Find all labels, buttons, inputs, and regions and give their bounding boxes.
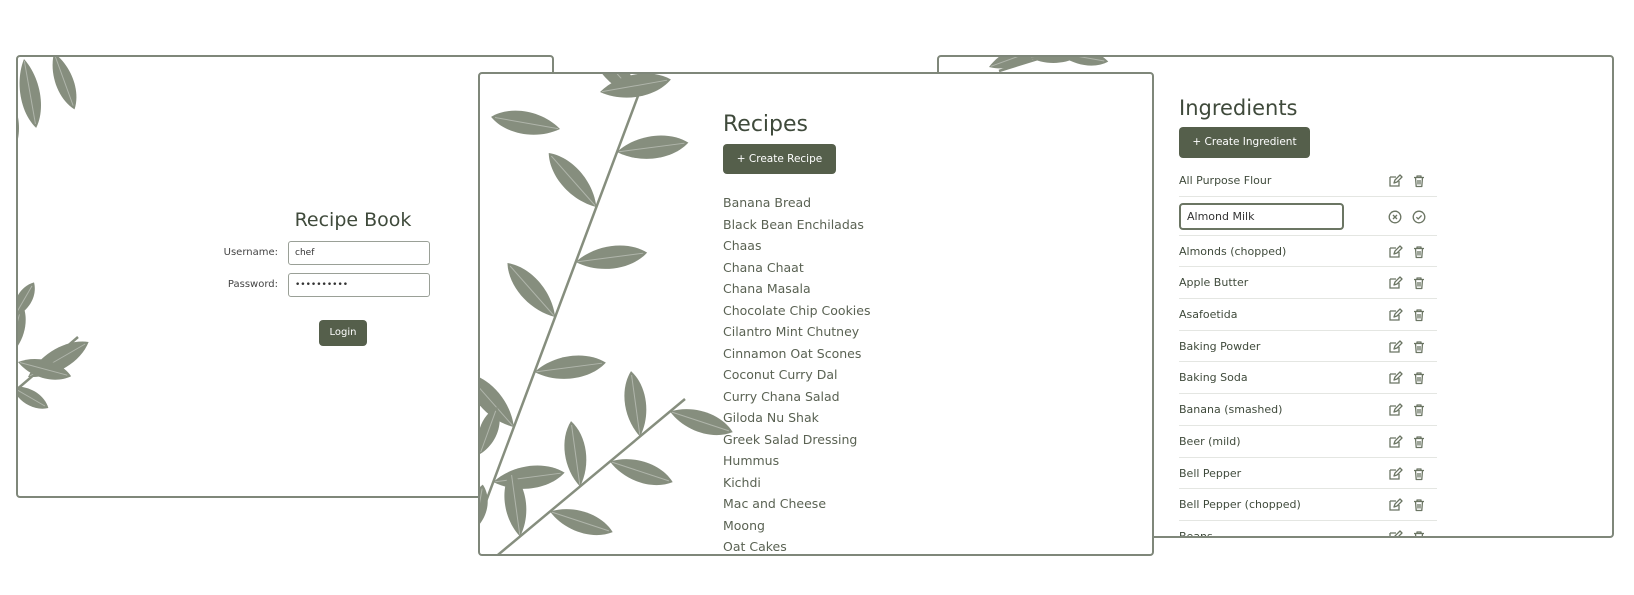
username-input[interactable]: chef xyxy=(288,241,430,265)
ingredient-name: Apple Butter xyxy=(1179,276,1249,290)
recipe-link[interactable]: Chaas xyxy=(723,235,871,257)
ingredient-list: All Purpose Flour Almond Milk Almonds (cho… xyxy=(1179,165,1437,538)
trash-icon[interactable] xyxy=(1411,434,1427,450)
recipe-link[interactable]: Chocolate Chip Cookies xyxy=(723,300,871,322)
ingredient-row: Almonds (chopped) xyxy=(1179,236,1437,268)
trash-icon[interactable] xyxy=(1411,173,1427,189)
create-ingredient-button[interactable]: + Create Ingredient xyxy=(1179,127,1310,158)
recipe-list: Banana Bread Black Bean Enchiladas Chaas Ch… xyxy=(723,192,871,554)
ingredient-name: Beans xyxy=(1179,529,1213,538)
recipe-link[interactable]: Chana Chaat xyxy=(723,257,871,279)
ingredient-row: Baking Soda xyxy=(1179,362,1437,395)
ingredient-row: Almond Milk xyxy=(1179,197,1437,236)
pencil-square-icon[interactable] xyxy=(1387,497,1403,513)
ingredient-row: Bell Pepper xyxy=(1179,458,1437,490)
trash-icon[interactable] xyxy=(1411,275,1427,291)
password-input[interactable]: •••••••••• xyxy=(288,273,430,297)
ingredient-name: Baking Soda xyxy=(1179,371,1248,385)
login-window: Recipe Book Username: chef Password: •••… xyxy=(16,55,554,498)
recipes-window: Recipes + Create Recipe Banana Bread Blac… xyxy=(478,72,1154,556)
username-row: Username: chef xyxy=(18,241,552,265)
recipe-link[interactable]: Banana Bread xyxy=(723,192,871,214)
ingredient-row: Beer (mild) xyxy=(1179,426,1437,458)
ingredient-name-input[interactable]: Almond Milk xyxy=(1179,202,1344,230)
ingredient-row: Bell Pepper (chopped) xyxy=(1179,489,1437,521)
recipe-link[interactable]: Hummus xyxy=(723,450,871,472)
trash-icon[interactable] xyxy=(1411,244,1427,260)
recipe-link[interactable]: Cilantro Mint Chutney xyxy=(723,321,871,343)
recipe-link[interactable]: Curry Chana Salad xyxy=(723,386,871,408)
ingredient-name: Almonds (chopped) xyxy=(1179,244,1287,258)
recipes-title: Recipes xyxy=(723,112,809,137)
trash-icon[interactable] xyxy=(1411,339,1427,355)
pencil-square-icon[interactable] xyxy=(1387,466,1403,482)
trash-icon[interactable] xyxy=(1411,402,1427,418)
password-row: Password: •••••••••• xyxy=(18,273,552,297)
pencil-square-icon[interactable] xyxy=(1387,173,1403,189)
recipe-link[interactable]: Coconut Curry Dal xyxy=(723,364,871,386)
ingredient-name: Bell Pepper (chopped) xyxy=(1179,498,1301,512)
pencil-square-icon[interactable] xyxy=(1387,370,1403,386)
recipe-link[interactable]: Cinnamon Oat Scones xyxy=(723,343,871,365)
username-label: Username: xyxy=(223,247,278,258)
recipe-link[interactable]: Kichdi xyxy=(723,472,871,494)
recipe-link[interactable]: Moong xyxy=(723,515,871,537)
ingredient-name: Beer (mild) xyxy=(1179,434,1241,448)
circle-x-icon[interactable] xyxy=(1387,209,1403,225)
login-title: Recipe Book xyxy=(294,209,412,231)
pencil-square-icon[interactable] xyxy=(1387,434,1403,450)
ingredient-row: Asafoetida xyxy=(1179,299,1437,331)
ingredient-row: All Purpose Flour xyxy=(1179,165,1437,197)
recipe-link[interactable]: Oat Cakes xyxy=(723,536,871,554)
password-label: Password: xyxy=(227,279,278,290)
ingredient-name: Banana (smashed) xyxy=(1179,403,1283,417)
pencil-square-icon[interactable] xyxy=(1387,339,1403,355)
ingredients-title: Ingredients xyxy=(1179,96,1298,120)
pencil-square-icon[interactable] xyxy=(1387,244,1403,260)
create-recipe-button[interactable]: + Create Recipe xyxy=(723,144,836,174)
trash-icon[interactable] xyxy=(1411,307,1427,323)
ingredient-name: Baking Powder xyxy=(1179,339,1261,353)
ingredient-row: Beans xyxy=(1179,521,1437,538)
recipe-link[interactable]: Greek Salad Dressing xyxy=(723,429,871,451)
trash-icon[interactable] xyxy=(1411,370,1427,386)
ingredient-name: All Purpose Flour xyxy=(1179,174,1272,187)
login-button[interactable]: Login xyxy=(319,320,367,346)
pencil-square-icon[interactable] xyxy=(1387,275,1403,291)
ingredient-name: Bell Pepper xyxy=(1179,466,1242,480)
ingredient-row: Banana (smashed) xyxy=(1179,394,1437,426)
ingredient-row: Apple Butter xyxy=(1179,267,1437,300)
recipe-link[interactable]: Mac and Cheese xyxy=(723,493,871,515)
recipe-link[interactable]: Chana Masala xyxy=(723,278,871,300)
ingredient-name: Asafoetida xyxy=(1179,308,1238,322)
trash-icon[interactable] xyxy=(1411,497,1427,513)
pencil-square-icon[interactable] xyxy=(1387,402,1403,418)
pencil-square-icon[interactable] xyxy=(1387,307,1403,323)
trash-icon[interactable] xyxy=(1411,466,1427,482)
recipe-link[interactable]: Giloda Nu Shak xyxy=(723,407,871,429)
recipe-link[interactable]: Black Bean Enchiladas xyxy=(723,214,871,236)
circle-check-icon[interactable] xyxy=(1411,209,1427,225)
pencil-square-icon[interactable] xyxy=(1387,529,1403,538)
trash-icon[interactable] xyxy=(1411,529,1427,538)
ingredient-row: Baking Powder xyxy=(1179,331,1437,363)
